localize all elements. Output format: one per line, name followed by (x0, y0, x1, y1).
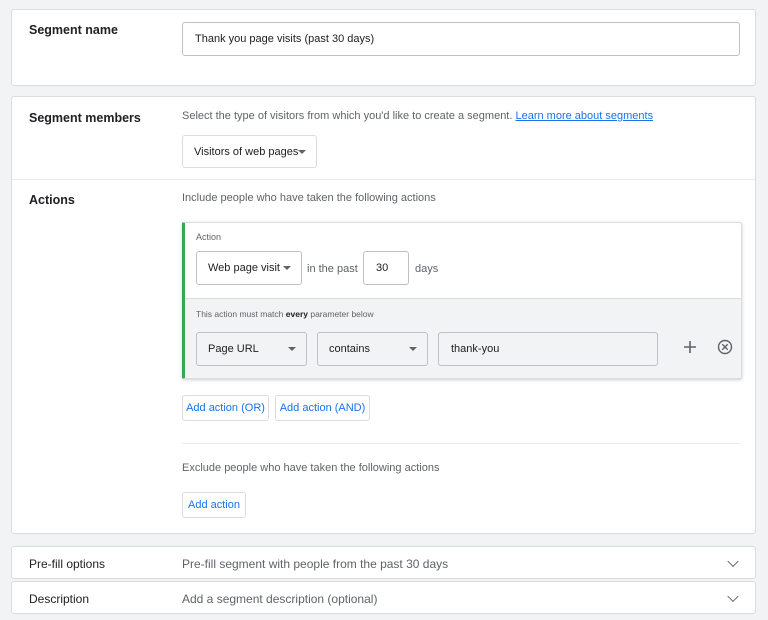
chevron-down-icon[interactable] (727, 555, 739, 567)
days-label: days (415, 263, 439, 275)
section-divider (12, 179, 755, 180)
in-the-past-text: in the past (307, 263, 358, 275)
plus-icon[interactable] (682, 339, 698, 355)
exclude-divider (182, 443, 740, 444)
match-rule-text: This action must match every parameter b… (196, 309, 374, 319)
segment-config-card: Segment members Select the type of visit… (11, 96, 756, 534)
match-suffix: parameter below (307, 309, 374, 319)
parameter-panel: This action must match every parameter b… (185, 298, 741, 378)
visitor-type-value: Visitors of web pages (194, 145, 299, 158)
action-block: Action Web page visit in the past 30 day… (182, 222, 742, 379)
param-field-select[interactable]: Page URL (196, 332, 307, 366)
param-field-value: Page URL (208, 343, 259, 355)
match-emphasis: every (285, 309, 308, 319)
segment-members-label: Segment members (29, 111, 141, 125)
add-action-and-button[interactable]: Add action (AND) (275, 395, 370, 421)
prefill-label: Pre-fill options (29, 557, 106, 571)
param-value-input[interactable]: thank-you (438, 332, 658, 366)
segment-name-card: Segment name Thank you page visits (past… (11, 9, 756, 86)
param-operator-value: contains (329, 343, 370, 355)
actions-label: Actions (29, 193, 75, 207)
add-action-button[interactable]: Add action (182, 492, 246, 518)
description-text: Add a segment description (optional) (182, 592, 378, 606)
action-type-value: Web page visit (208, 262, 280, 274)
dropdown-caret-icon (283, 266, 291, 270)
param-operator-select[interactable]: contains (317, 332, 428, 366)
action-label: Action (196, 232, 222, 242)
days-input[interactable]: 30 (363, 251, 409, 285)
remove-circle-icon[interactable] (717, 339, 733, 355)
visitor-type-select[interactable]: Visitors of web pages (182, 135, 317, 168)
segment-name-label: Segment name (29, 23, 118, 37)
segment-name-input[interactable]: Thank you page visits (past 30 days) (182, 22, 740, 56)
match-prefix: This action must match (196, 309, 286, 319)
segment-members-description: Select the type of visitors from which y… (182, 110, 653, 122)
segment-members-text: Select the type of visitors from which y… (182, 110, 513, 122)
exclude-text: Exclude people who have taken the follow… (182, 462, 440, 474)
learn-more-link[interactable]: Learn more about segments (515, 110, 653, 122)
action-type-select[interactable]: Web page visit (196, 251, 302, 285)
description-row[interactable]: Description Add a segment description (o… (11, 581, 756, 614)
dropdown-caret-icon (298, 149, 306, 154)
dropdown-caret-icon (288, 347, 296, 351)
include-text: Include people who have taken the follow… (182, 192, 436, 204)
prefill-row[interactable]: Pre-fill options Pre-fill segment with p… (11, 546, 756, 579)
prefill-text: Pre-fill segment with people from the pa… (182, 557, 449, 571)
dropdown-caret-icon (409, 347, 417, 351)
add-action-or-button[interactable]: Add action (OR) (182, 395, 269, 421)
chevron-down-icon[interactable] (727, 590, 739, 602)
description-label: Description (29, 592, 90, 606)
